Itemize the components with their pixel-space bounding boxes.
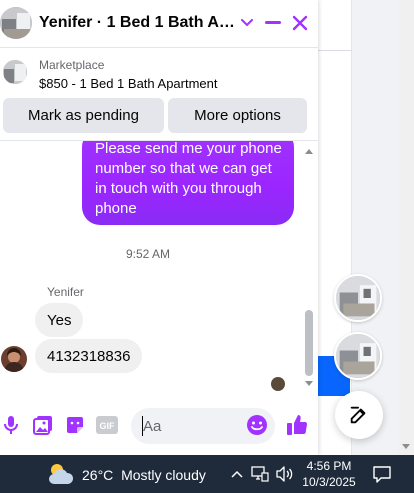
chat-options-button[interactable]: [236, 12, 258, 34]
listing-thumbnail: [3, 60, 27, 84]
attach-image-button[interactable]: [32, 414, 54, 436]
gif-label: GIF: [100, 421, 116, 431]
gif-icon: GIF: [96, 416, 118, 434]
volume-button[interactable]: [274, 465, 296, 483]
outgoing-message[interactable]: Please send me your phone number so that…: [82, 141, 294, 225]
background-divider: [318, 50, 352, 51]
marketplace-label: Marketplace: [39, 58, 105, 72]
emoji-icon: [247, 415, 267, 435]
sticker-icon: [67, 417, 83, 433]
thumbs-up-icon: [287, 415, 308, 435]
notification-icon: [373, 466, 391, 483]
new-message-button[interactable]: [335, 391, 383, 439]
message-scrollbar[interactable]: [303, 145, 315, 390]
more-options-button[interactable]: More options: [168, 98, 307, 133]
minimize-icon: [265, 21, 281, 24]
chat-title[interactable]: Yenifer · 1 Bed 1 Bath Apartment: [39, 14, 235, 32]
chevron-up-icon: [231, 470, 243, 478]
network-icon: [251, 466, 269, 482]
incoming-message[interactable]: Yes: [35, 303, 84, 337]
network-button[interactable]: [250, 465, 270, 483]
close-icon: [292, 15, 308, 31]
chat-window: Yenifer · 1 Bed 1 Bath Apartment Marketp…: [0, 0, 318, 455]
compose-icon: [350, 406, 366, 424]
microphone-icon: [4, 416, 18, 434]
page-scrollbar[interactable]: [398, 0, 414, 455]
chevron-down-icon: [241, 19, 253, 27]
scroll-down-arrow[interactable]: [305, 381, 313, 386]
read-receipt-avatar: [271, 377, 285, 391]
temperature: 26°C: [82, 467, 114, 483]
voice-clip-button[interactable]: [0, 414, 22, 436]
message-timestamp: 9:52 AM: [125, 247, 171, 261]
mark-as-pending-button[interactable]: Mark as pending: [3, 98, 164, 133]
system-clock[interactable]: 4:56 PM 10/3/2025: [300, 458, 358, 490]
taskbar: 26°C Mostly cloudy 4:56 PM 10/3/2025: [0, 455, 414, 493]
image-icon: [33, 416, 52, 435]
close-button[interactable]: [289, 12, 311, 34]
send-like-button[interactable]: [285, 413, 309, 437]
notification-center-button[interactable]: [372, 464, 392, 484]
contact-avatar[interactable]: [0, 7, 32, 39]
sender-name: Yenifer: [47, 285, 84, 299]
marketplace-listing[interactable]: Marketplace $850 - 1 Bed 1 Bath Apartmen…: [0, 52, 318, 96]
clock-time: 4:56 PM: [306, 459, 352, 473]
speaker-icon: [276, 466, 293, 482]
weather-condition: Mostly cloudy: [121, 467, 206, 483]
chat-head-avatar[interactable]: [334, 274, 382, 322]
listing-title: $850 - 1 Bed 1 Bath Apartment: [39, 76, 218, 91]
sticker-button[interactable]: [64, 414, 86, 436]
message-composer: GIF: [0, 400, 318, 452]
clock-date: 10/3/2025: [302, 475, 356, 489]
partly-cloudy-icon: [49, 464, 74, 484]
sender-avatar[interactable]: [1, 346, 27, 372]
text-cursor: [142, 416, 143, 436]
incoming-message[interactable]: 4132318836: [35, 339, 143, 373]
scrollbar-thumb[interactable]: [305, 310, 313, 376]
minimize-button[interactable]: [262, 12, 284, 34]
weather-text[interactable]: 26°C Mostly cloudy: [82, 467, 206, 483]
scroll-down-arrow[interactable]: [402, 444, 410, 449]
weather-widget[interactable]: [46, 460, 76, 488]
show-hidden-icons-button[interactable]: [229, 465, 245, 483]
message-list[interactable]: Please send me your phone number so that…: [0, 140, 318, 398]
gif-button[interactable]: GIF: [96, 414, 118, 436]
chat-head-avatar[interactable]: [334, 332, 382, 380]
scroll-up-arrow[interactable]: [305, 149, 313, 154]
emoji-button[interactable]: [246, 414, 268, 436]
chat-header[interactable]: Yenifer · 1 Bed 1 Bath Apartment: [0, 0, 318, 48]
